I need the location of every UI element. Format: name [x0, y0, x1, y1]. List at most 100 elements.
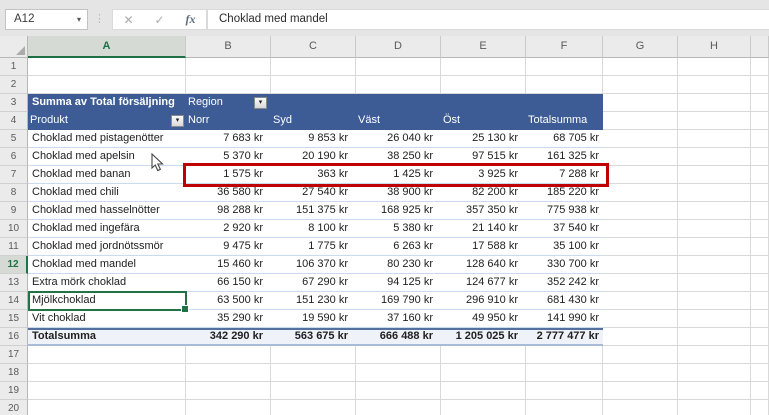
cell-C13[interactable]: 67 290 kr [271, 274, 356, 292]
cell-G20[interactable] [603, 400, 678, 415]
cell-C12[interactable]: 106 370 kr [271, 256, 356, 274]
cell-B17[interactable] [186, 346, 271, 364]
cell-H9[interactable] [678, 202, 751, 220]
cell-A2[interactable] [28, 76, 186, 94]
cell-E18[interactable] [441, 364, 526, 382]
row-header-7[interactable]: 7 [0, 166, 28, 184]
row-header-15[interactable]: 15 [0, 310, 28, 328]
cell-G12[interactable] [603, 256, 678, 274]
cell-C2[interactable] [271, 76, 356, 94]
cell-C11[interactable]: 1 775 kr [271, 238, 356, 256]
cell-D17[interactable] [356, 346, 441, 364]
column-header-I[interactable] [751, 36, 769, 58]
cell-C18[interactable] [271, 364, 356, 382]
row-header-11[interactable]: 11 [0, 238, 28, 256]
cell-I11[interactable] [751, 238, 769, 256]
cell-B10[interactable]: 2 920 kr [186, 220, 271, 238]
row-header-20[interactable]: 20 [0, 400, 28, 415]
cell-E19[interactable] [441, 382, 526, 400]
cell-G10[interactable] [603, 220, 678, 238]
row-header-12[interactable]: 12 [0, 256, 28, 274]
column-header-F[interactable]: F [526, 36, 603, 58]
product-filter-button[interactable]: ▾ [171, 115, 184, 127]
cell-H5[interactable] [678, 130, 751, 148]
cell-A5[interactable]: Choklad med pistagenötter [28, 130, 186, 148]
cell-B9[interactable]: 98 288 kr [186, 202, 271, 220]
row-header-9[interactable]: 9 [0, 202, 28, 220]
cell-C4[interactable]: Syd [271, 112, 356, 130]
row-header-16[interactable]: 16 [0, 328, 28, 346]
cell-B4[interactable]: Norr [186, 112, 271, 130]
cell-A12[interactable]: Choklad med mandel [28, 256, 186, 274]
cell-I17[interactable] [751, 346, 769, 364]
cell-A19[interactable] [28, 382, 186, 400]
cell-G4[interactable] [603, 112, 678, 130]
cell-G11[interactable] [603, 238, 678, 256]
cell-I16[interactable] [751, 328, 769, 346]
cell-F18[interactable] [526, 364, 603, 382]
column-header-E[interactable]: E [441, 36, 526, 58]
cell-A10[interactable]: Choklad med ingefära [28, 220, 186, 238]
cell-C10[interactable]: 8 100 kr [271, 220, 356, 238]
cell-F12[interactable]: 330 700 kr [526, 256, 603, 274]
cell-H18[interactable] [678, 364, 751, 382]
cell-C15[interactable]: 19 590 kr [271, 310, 356, 328]
cell-B11[interactable]: 9 475 kr [186, 238, 271, 256]
cell-E8[interactable]: 82 200 kr [441, 184, 526, 202]
column-header-D[interactable]: D [356, 36, 441, 58]
cell-F10[interactable]: 37 540 kr [526, 220, 603, 238]
cell-E7[interactable]: 3 925 kr [441, 166, 526, 184]
cell-H14[interactable] [678, 292, 751, 310]
cell-E20[interactable] [441, 400, 526, 415]
cell-C7[interactable]: 363 kr [271, 166, 356, 184]
cell-D4[interactable]: Väst [356, 112, 441, 130]
cell-B12[interactable]: 15 460 kr [186, 256, 271, 274]
cell-E16[interactable]: 1 205 025 kr [441, 328, 526, 346]
cell-D7[interactable]: 1 425 kr [356, 166, 441, 184]
row-header-3[interactable]: 3 [0, 94, 28, 112]
column-header-G[interactable]: G [603, 36, 678, 58]
column-header-C[interactable]: C [271, 36, 356, 58]
cell-D16[interactable]: 666 488 kr [356, 328, 441, 346]
cell-G18[interactable] [603, 364, 678, 382]
cell-D15[interactable]: 37 160 kr [356, 310, 441, 328]
cell-B5[interactable]: 7 683 kr [186, 130, 271, 148]
cell-F16[interactable]: 2 777 477 kr [526, 328, 603, 346]
cell-E6[interactable]: 97 515 kr [441, 148, 526, 166]
cell-B1[interactable] [186, 58, 271, 76]
cell-E1[interactable] [441, 58, 526, 76]
cell-D14[interactable]: 169 790 kr [356, 292, 441, 310]
cell-B20[interactable] [186, 400, 271, 415]
cell-D5[interactable]: 26 040 kr [356, 130, 441, 148]
cell-B8[interactable]: 36 580 kr [186, 184, 271, 202]
cell-G13[interactable] [603, 274, 678, 292]
cell-A13[interactable]: Extra mörk choklad [28, 274, 186, 292]
cell-E13[interactable]: 124 677 kr [441, 274, 526, 292]
cell-B6[interactable]: 5 370 kr [186, 148, 271, 166]
cell-I6[interactable] [751, 148, 769, 166]
cell-I7[interactable] [751, 166, 769, 184]
cell-G5[interactable] [603, 130, 678, 148]
row-header-18[interactable]: 18 [0, 364, 28, 382]
cell-D10[interactable]: 5 380 kr [356, 220, 441, 238]
cell-I5[interactable] [751, 130, 769, 148]
cell-I1[interactable] [751, 58, 769, 76]
cell-I12[interactable] [751, 256, 769, 274]
cell-F17[interactable] [526, 346, 603, 364]
cell-C19[interactable] [271, 382, 356, 400]
cell-E12[interactable]: 128 640 kr [441, 256, 526, 274]
cell-C8[interactable]: 27 540 kr [271, 184, 356, 202]
cell-B14[interactable]: 63 500 kr [186, 292, 271, 310]
cell-E3[interactable] [441, 94, 526, 112]
cell-C3[interactable] [271, 94, 356, 112]
cell-G2[interactable] [603, 76, 678, 94]
cell-G1[interactable] [603, 58, 678, 76]
cell-I18[interactable] [751, 364, 769, 382]
column-header-H[interactable]: H [678, 36, 751, 58]
cell-H4[interactable] [678, 112, 751, 130]
cell-H12[interactable] [678, 256, 751, 274]
cell-C16[interactable]: 563 675 kr [271, 328, 356, 346]
cell-A4[interactable]: Produkt▾ [28, 112, 186, 130]
fill-handle[interactable] [181, 305, 189, 313]
enter-icon[interactable]: ✓ [154, 13, 164, 27]
